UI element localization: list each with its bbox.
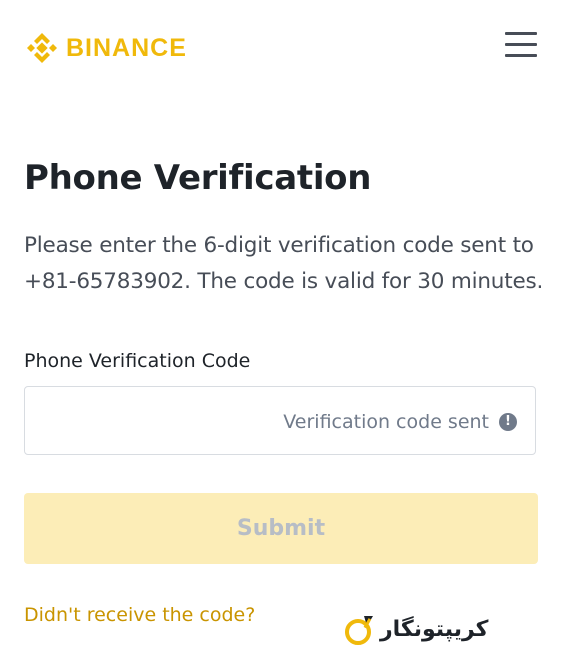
submit-button[interactable]: Submit bbox=[24, 493, 538, 564]
verification-code-input[interactable] bbox=[37, 397, 241, 447]
verification-code-label: Phone Verification Code bbox=[24, 350, 251, 372]
brand-name: BINANCE bbox=[66, 33, 187, 62]
menu-line bbox=[505, 32, 537, 35]
resend-code-link[interactable]: Didn't receive the code? bbox=[24, 604, 255, 626]
binance-diamond-icon bbox=[27, 33, 57, 63]
header: BINANCE bbox=[24, 30, 539, 66]
binance-logo[interactable]: BINANCE bbox=[24, 30, 187, 66]
verification-code-field[interactable]: Verification code sent ! bbox=[24, 386, 536, 455]
phone-verification-page: BINANCE Phone Verification Please enter … bbox=[0, 0, 563, 669]
watermark-text: کریپتونگار bbox=[380, 616, 489, 642]
hamburger-menu-icon[interactable] bbox=[505, 32, 537, 58]
crypto-logo-icon bbox=[345, 616, 373, 645]
page-description: Please enter the 6-digit verification co… bbox=[24, 233, 544, 294]
menu-line bbox=[505, 54, 537, 57]
watermark: کریپتونگار bbox=[344, 612, 488, 646]
page-title: Phone Verification bbox=[24, 158, 372, 198]
code-sent-text: Verification code sent bbox=[283, 410, 489, 433]
code-sent-status: Verification code sent ! bbox=[283, 387, 517, 456]
menu-line bbox=[505, 43, 537, 46]
info-icon[interactable]: ! bbox=[499, 412, 517, 431]
